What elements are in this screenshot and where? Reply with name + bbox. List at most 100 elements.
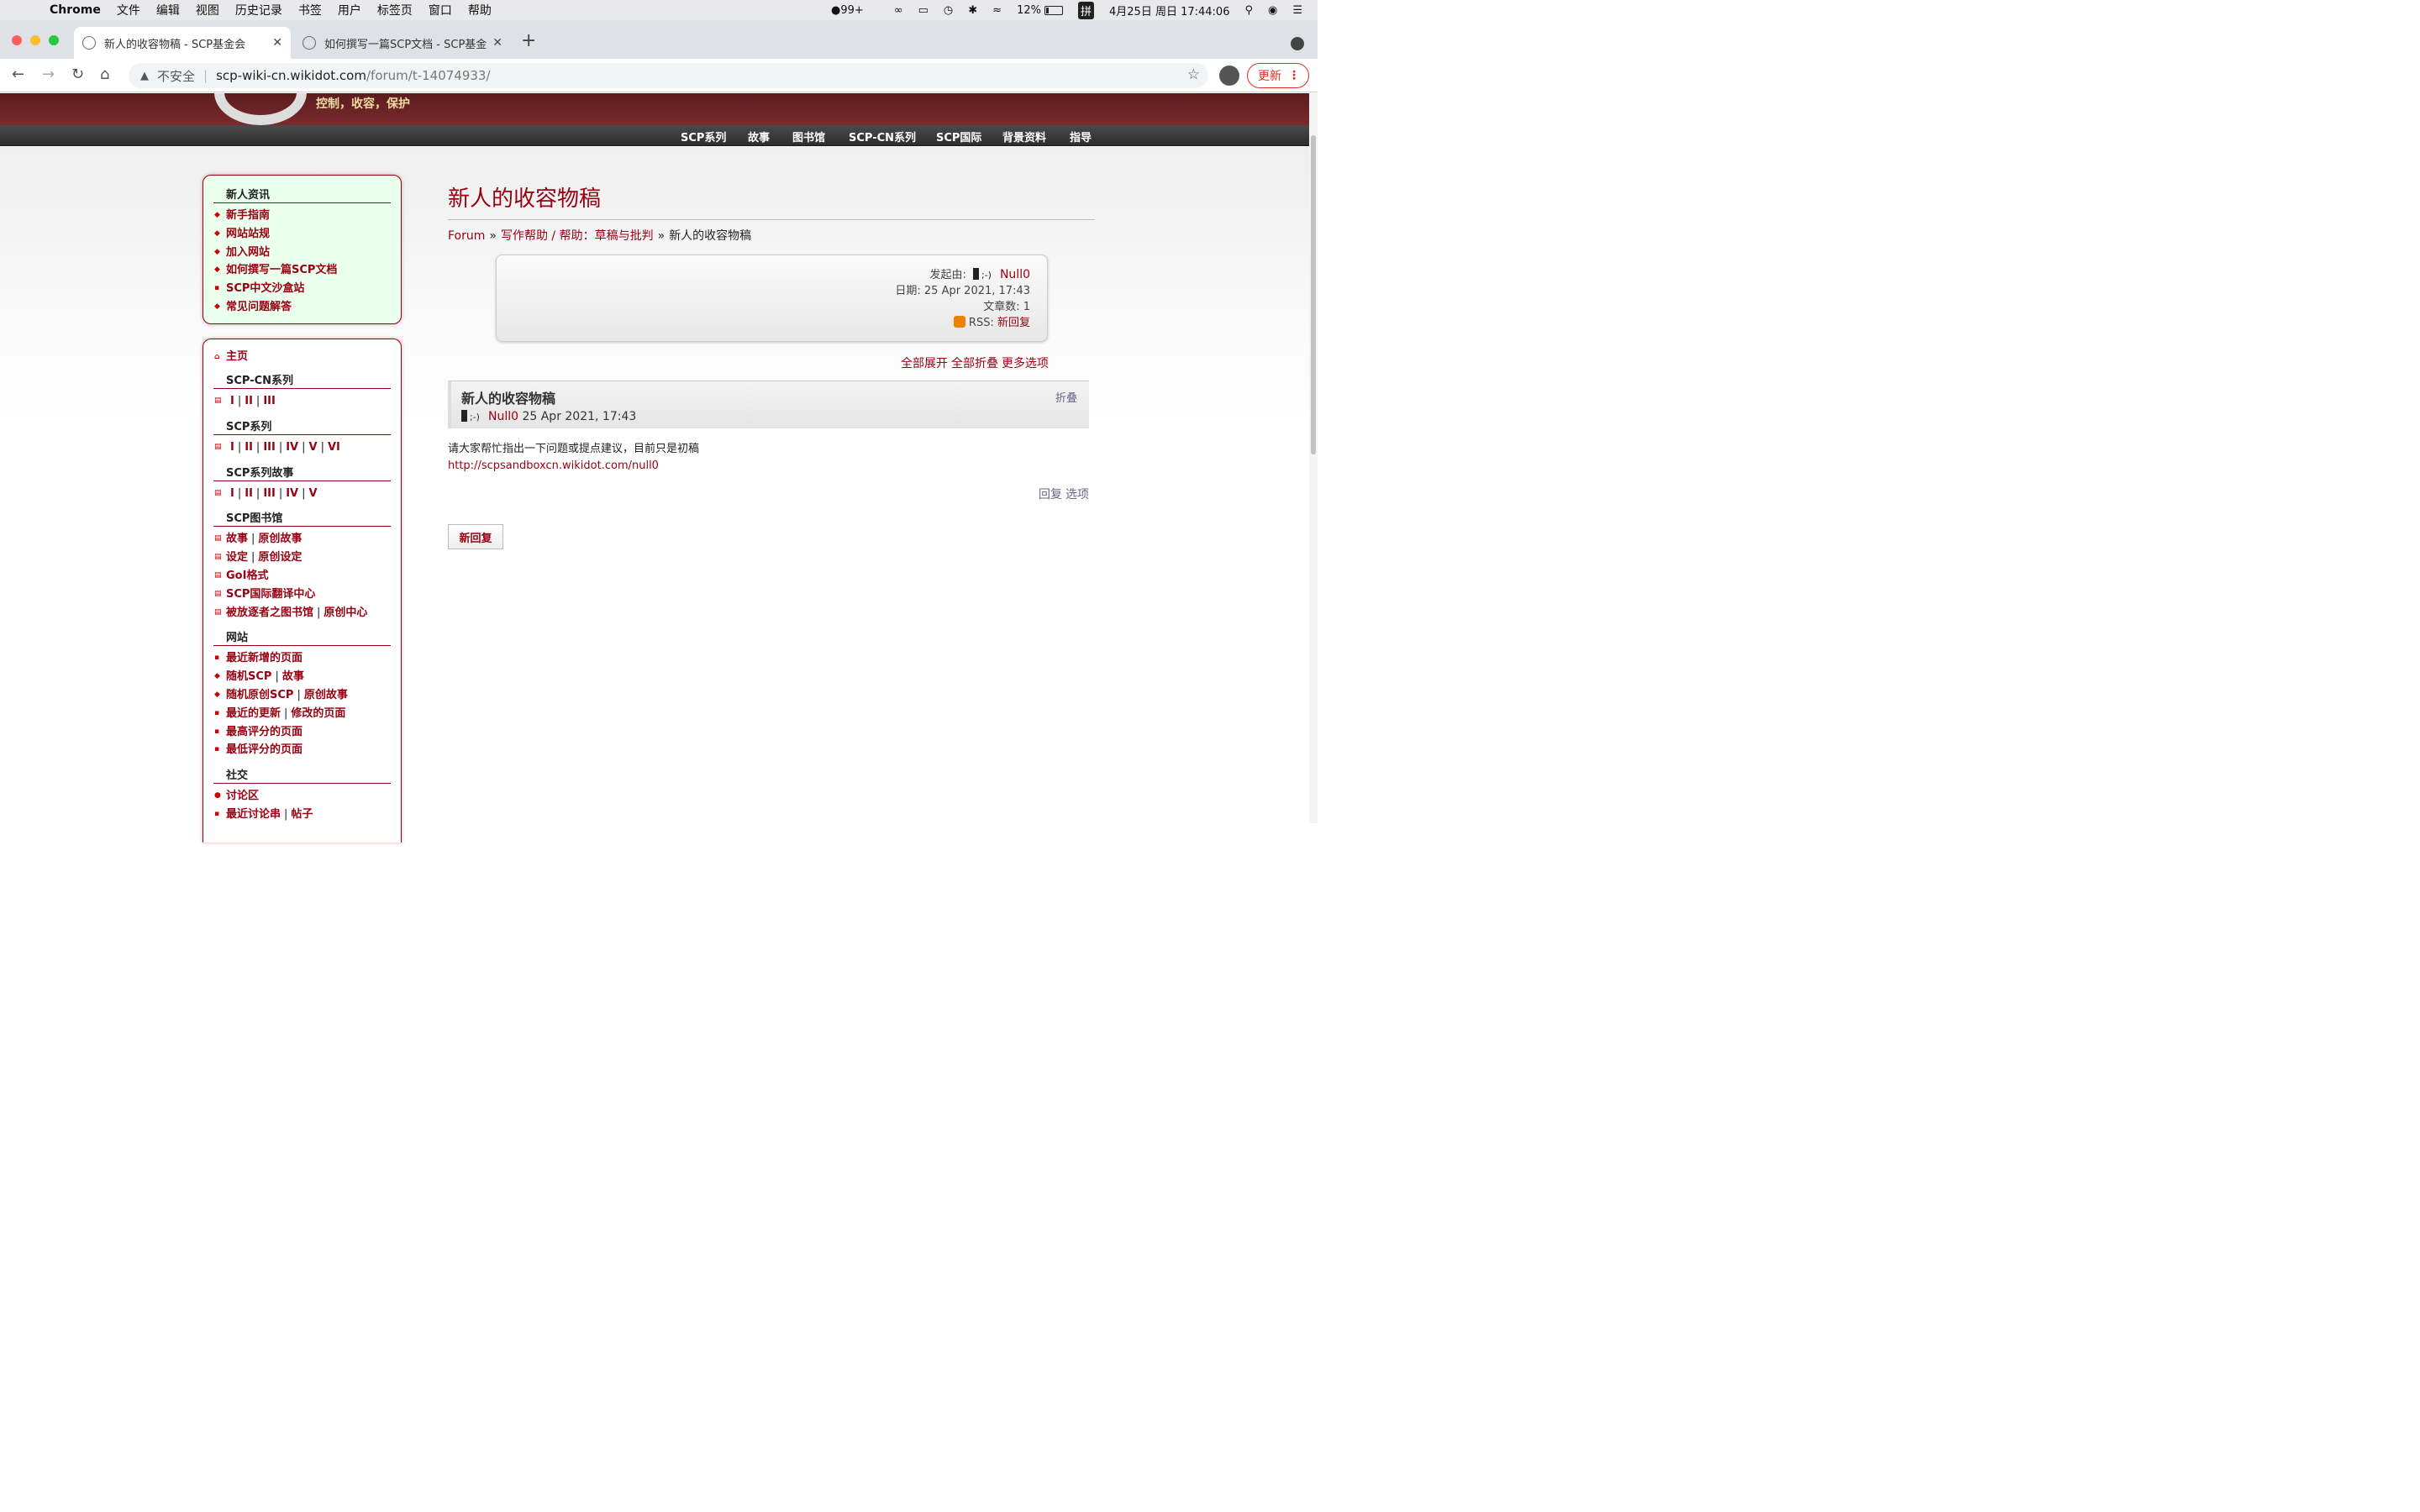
sidebar-link[interactable]: 随机原创SCP <box>226 689 293 701</box>
sidebar-link[interactable]: IV <box>286 487 298 500</box>
nav-scp-series[interactable]: SCP系列 <box>681 129 726 144</box>
rss-icon[interactable] <box>953 316 965 328</box>
breadcrumb-forum[interactable]: Forum <box>448 229 485 243</box>
sidebar-link[interactable]: 最近新增的页面 <box>226 652 302 664</box>
sidebar-link[interactable]: II <box>245 487 253 500</box>
sidebar-link[interactable]: 帖子 <box>291 808 313 821</box>
sidebar-link[interactable]: III <box>263 395 276 407</box>
window-close-button[interactable] <box>12 35 22 45</box>
tab-active[interactable]: 新人的收容物稿 - SCP基金会 ✕ <box>74 27 291 59</box>
sidebar-link[interactable]: 新手指南 <box>226 209 270 222</box>
sidebar-link[interactable]: SCP中文沙盒站 <box>226 282 304 295</box>
nav-library[interactable]: 图书馆 <box>792 129 825 144</box>
sidebar-link[interactable]: III <box>263 441 276 454</box>
sidebar-link[interactable]: 常见问题解答 <box>226 301 292 313</box>
battery-icon[interactable] <box>1044 5 1063 15</box>
sidebar-link[interactable]: I <box>230 395 234 407</box>
menu-history[interactable]: 历史记录 <box>235 2 282 18</box>
sidebar-link[interactable]: I <box>230 487 234 500</box>
fold-all-link[interactable]: 全部折叠 <box>951 357 998 370</box>
sidebar-link[interactable]: 网站站规 <box>226 228 270 240</box>
sidebar-link[interactable]: V <box>309 487 318 500</box>
page-scrollbar[interactable] <box>1309 93 1318 823</box>
home-icon[interactable]: ⌂ <box>100 66 109 83</box>
sidebar-link[interactable]: 加入网站 <box>226 246 270 259</box>
more-options-link[interactable]: 更多选项 <box>1002 357 1049 370</box>
bluetooth-icon[interactable]: ✱ <box>968 4 977 17</box>
menu-tab[interactable]: 标签页 <box>377 2 413 18</box>
menu-app-name[interactable]: Chrome <box>50 3 101 17</box>
post-sandbox-link[interactable]: http://scpsandboxcn.wikidot.com/null0 <box>448 459 659 472</box>
menu-bookmarks[interactable]: 书签 <box>298 2 322 18</box>
sidebar-link[interactable]: 原创中心 <box>324 606 367 619</box>
post-fold-link[interactable]: 折叠 <box>1055 389 1077 405</box>
sidebar-link[interactable]: 最近讨论串 <box>226 808 281 821</box>
scrollbar-thumb[interactable] <box>1311 135 1316 454</box>
qq-icon[interactable]: ●99+ <box>831 4 879 17</box>
rss-new-replies-link[interactable]: 新回复 <box>997 317 1030 329</box>
user-avatar-icon[interactable] <box>972 268 979 280</box>
siri-icon[interactable]: ◉ <box>1268 4 1277 17</box>
sidebar-link[interactable]: 原创故事 <box>304 689 348 701</box>
sidebar-link[interactable]: 如何撰写一篇SCP文档 <box>226 264 337 276</box>
tab-close-icon[interactable]: ✕ <box>272 36 282 50</box>
sidebar-link[interactable]: II <box>245 441 253 454</box>
nav-scp-cn-series[interactable]: SCP-CN系列 <box>849 129 916 144</box>
menu-window[interactable]: 窗口 <box>429 2 452 18</box>
window-minimize-button[interactable] <box>30 35 40 45</box>
tab-inactive[interactable]: 如何撰写一篇SCP文档 - SCP基金 ✕ <box>294 27 511 59</box>
back-arrow-icon[interactable]: ← <box>12 66 24 83</box>
airplay-icon[interactable]: ▭ <box>918 4 929 17</box>
input-method-icon[interactable]: 拼 <box>1077 1 1094 19</box>
sidebar-link[interactable]: 最低评分的页面 <box>226 743 302 756</box>
tab-search-chevron-icon[interactable] <box>1291 37 1304 50</box>
user-avatar-icon[interactable] <box>461 410 467 422</box>
sidebar-link[interactable]: VI <box>328 441 340 454</box>
sidebar-link[interactable]: 原创设定 <box>258 551 302 564</box>
notification-center-icon[interactable]: ☰ <box>1292 4 1302 17</box>
menu-edit[interactable]: 编辑 <box>156 2 180 18</box>
nav-tales[interactable]: 故事 <box>748 129 770 144</box>
post-options-link[interactable]: 选项 <box>1065 488 1089 501</box>
nav-canon[interactable]: 背景资料 <box>1002 129 1046 144</box>
sidebar-link[interactable]: 故事 <box>226 533 248 545</box>
sidebar-link[interactable]: 最高评分的页面 <box>226 726 302 738</box>
sidebar-link[interactable]: 修改的页面 <box>291 707 345 720</box>
sidebar-link[interactable]: IV <box>286 441 298 454</box>
tab-close-icon[interactable]: ✕ <box>492 36 502 50</box>
bookmark-star-icon[interactable]: ☆ <box>1187 66 1200 83</box>
time-machine-icon[interactable]: ◷ <box>944 4 953 17</box>
sidebar-link[interactable]: II <box>245 395 253 407</box>
sidebar-link[interactable]: 随机SCP <box>226 670 271 683</box>
sidebar-link[interactable]: V <box>309 441 318 454</box>
sidebar-link[interactable]: 主页 <box>226 350 248 363</box>
sidebar-link[interactable]: 故事 <box>282 670 304 683</box>
battery-percent[interactable]: 12% <box>1017 4 1041 17</box>
profile-avatar-icon[interactable] <box>1219 66 1239 86</box>
post-author-link[interactable]: Null0 <box>488 410 518 423</box>
new-reply-button[interactable]: 新回复 <box>448 524 503 549</box>
creative-cloud-icon[interactable]: ∞ <box>894 4 903 17</box>
nav-scp-international[interactable]: SCP国际 <box>936 129 981 144</box>
menu-help[interactable]: 帮助 <box>468 2 492 18</box>
update-button[interactable]: 更新 ⋮ <box>1247 63 1309 88</box>
wifi-icon[interactable]: ≈ <box>992 4 1002 17</box>
forward-arrow-icon[interactable]: → <box>42 66 55 83</box>
menu-people[interactable]: 用户 <box>338 2 361 18</box>
menu-file[interactable]: 文件 <box>117 2 140 18</box>
breadcrumb-category[interactable]: 写作帮助 / 帮助：草稿与批判 <box>501 229 654 243</box>
sidebar-link[interactable]: 讨论区 <box>226 790 259 802</box>
reply-link[interactable]: 回复 <box>1039 488 1062 501</box>
warning-triangle-icon[interactable]: ▲ <box>140 70 149 82</box>
thread-author-link[interactable]: Null0 <box>1000 268 1030 281</box>
sidebar-link[interactable]: 被放逐者之图书馆 <box>226 606 313 619</box>
new-tab-plus-icon[interactable]: + <box>521 30 536 51</box>
reload-icon[interactable]: ↻ <box>71 66 84 83</box>
not-secure-label[interactable]: 不安全 <box>157 67 195 85</box>
scp-logo-icon[interactable] <box>214 93 307 125</box>
nav-guide[interactable]: 指导 <box>1070 129 1092 144</box>
expand-all-link[interactable]: 全部展开 <box>901 357 948 370</box>
sidebar-link[interactable]: 原创故事 <box>258 533 302 545</box>
spotlight-search-icon[interactable]: ⚲ <box>1244 4 1253 17</box>
sidebar-link[interactable]: III <box>263 487 276 500</box>
